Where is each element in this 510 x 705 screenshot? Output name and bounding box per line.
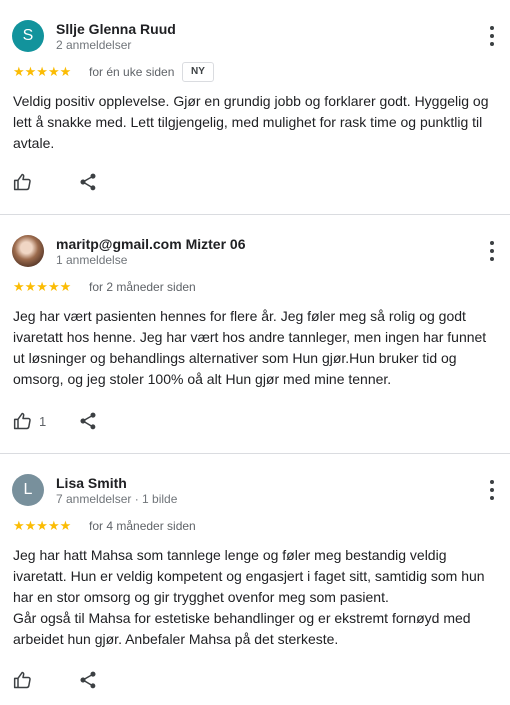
reviewer-name[interactable]: maritp@gmail.com Mizter 06 xyxy=(56,236,245,252)
review-card: L Lisa Smith 7 anmeldelser · 1 bilde ★★★… xyxy=(0,454,510,704)
review-paragraph: Går også til Mahsa for estetiske behandl… xyxy=(13,610,471,647)
more-options-icon[interactable] xyxy=(486,241,498,261)
like-count: 1 xyxy=(39,413,47,429)
new-badge: NY xyxy=(182,62,214,82)
share-button[interactable] xyxy=(78,172,98,197)
thumbs-up-icon xyxy=(13,173,31,191)
review-card: maritp@gmail.com Mizter 06 1 anmeldelse … xyxy=(0,215,510,454)
more-options-icon[interactable] xyxy=(486,480,498,500)
review-card: S Sllje Glenna Ruud 2 anmeldelser ★★★★★ … xyxy=(0,0,510,215)
share-icon xyxy=(80,671,96,689)
like-button[interactable]: 1 xyxy=(13,411,46,431)
like-button[interactable] xyxy=(13,670,33,690)
share-button[interactable] xyxy=(78,670,98,695)
star-rating: ★★★★★ xyxy=(13,518,72,533)
review-text: Jeg har hatt Mahsa som tannlege lenge og… xyxy=(13,545,500,650)
avatar[interactable] xyxy=(12,235,44,267)
thumbs-up-icon xyxy=(13,412,31,430)
review-date: for én uke siden xyxy=(89,65,175,79)
reviewer-name[interactable]: Sllje Glenna Ruud xyxy=(56,21,176,37)
more-options-icon[interactable] xyxy=(486,26,498,46)
avatar[interactable]: L xyxy=(12,474,44,506)
thumbs-up-icon xyxy=(13,671,31,689)
share-icon xyxy=(80,412,96,430)
review-paragraph: Veldig positiv opplevelse. Gjør en grund… xyxy=(13,93,489,151)
avatar[interactable]: S xyxy=(12,20,44,52)
reviewer-meta: 2 anmeldelser xyxy=(56,38,132,52)
star-rating: ★★★★★ xyxy=(13,279,72,294)
like-button[interactable] xyxy=(13,172,33,192)
review-paragraph: Jeg har vært pasienten hennes for flere … xyxy=(13,308,487,387)
star-rating: ★★★★★ xyxy=(13,64,72,79)
review-date: for 2 måneder siden xyxy=(89,280,196,294)
reviewer-meta: 7 anmeldelser · 1 bilde xyxy=(56,492,178,506)
review-text: Veldig positiv opplevelse. Gjør en grund… xyxy=(13,91,500,154)
review-text: Jeg har vært pasienten hennes for flere … xyxy=(13,306,500,390)
share-button[interactable] xyxy=(78,411,98,436)
share-icon xyxy=(80,173,96,191)
reviewer-meta: 1 anmeldelse xyxy=(56,253,128,267)
review-date: for 4 måneder siden xyxy=(89,519,196,533)
review-paragraph: Jeg har hatt Mahsa som tannlege lenge og… xyxy=(13,547,485,605)
reviewer-name[interactable]: Lisa Smith xyxy=(56,475,127,491)
